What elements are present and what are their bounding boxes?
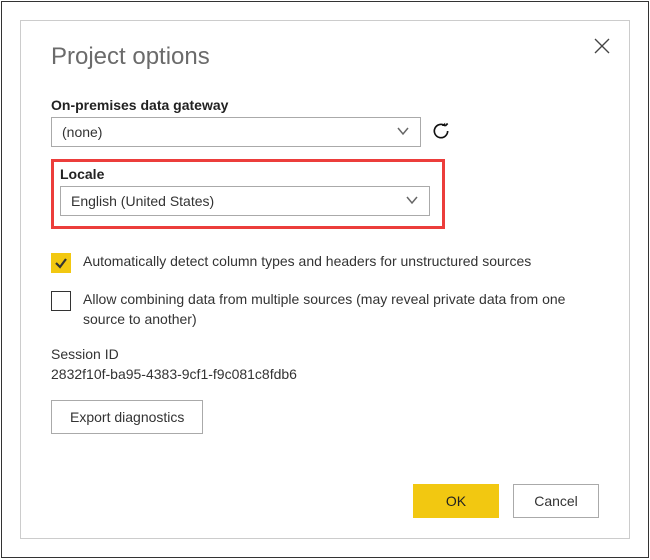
refresh-icon[interactable] — [431, 121, 453, 143]
locale-dropdown-value: English (United States) — [71, 193, 214, 209]
session-id-label: Session ID — [51, 346, 599, 362]
locale-label: Locale — [60, 166, 436, 182]
cancel-button[interactable]: Cancel — [513, 484, 599, 518]
combine-label: Allow combining data from multiple sourc… — [83, 289, 583, 330]
gateway-dropdown[interactable]: (none) — [51, 117, 421, 147]
locale-highlight: Locale English (United States) — [51, 159, 445, 229]
chevron-down-icon — [396, 124, 410, 141]
export-diagnostics-button[interactable]: Export diagnostics — [51, 400, 203, 434]
close-icon[interactable] — [593, 37, 611, 55]
dialog-title: Project options — [51, 43, 599, 71]
chevron-down-icon — [405, 193, 419, 210]
project-options-dialog: Project options On-premises data gateway… — [20, 20, 630, 539]
combine-checkbox[interactable] — [51, 291, 71, 311]
autodetect-checkbox[interactable] — [51, 253, 71, 273]
gateway-dropdown-value: (none) — [62, 124, 102, 140]
gateway-label: On-premises data gateway — [51, 97, 599, 113]
locale-dropdown[interactable]: English (United States) — [60, 186, 430, 216]
ok-button[interactable]: OK — [413, 484, 499, 518]
session-id-value: 2832f10f-ba95-4383-9cf1-f9c081c8fdb6 — [51, 366, 599, 382]
autodetect-label: Automatically detect column types and he… — [83, 251, 531, 271]
